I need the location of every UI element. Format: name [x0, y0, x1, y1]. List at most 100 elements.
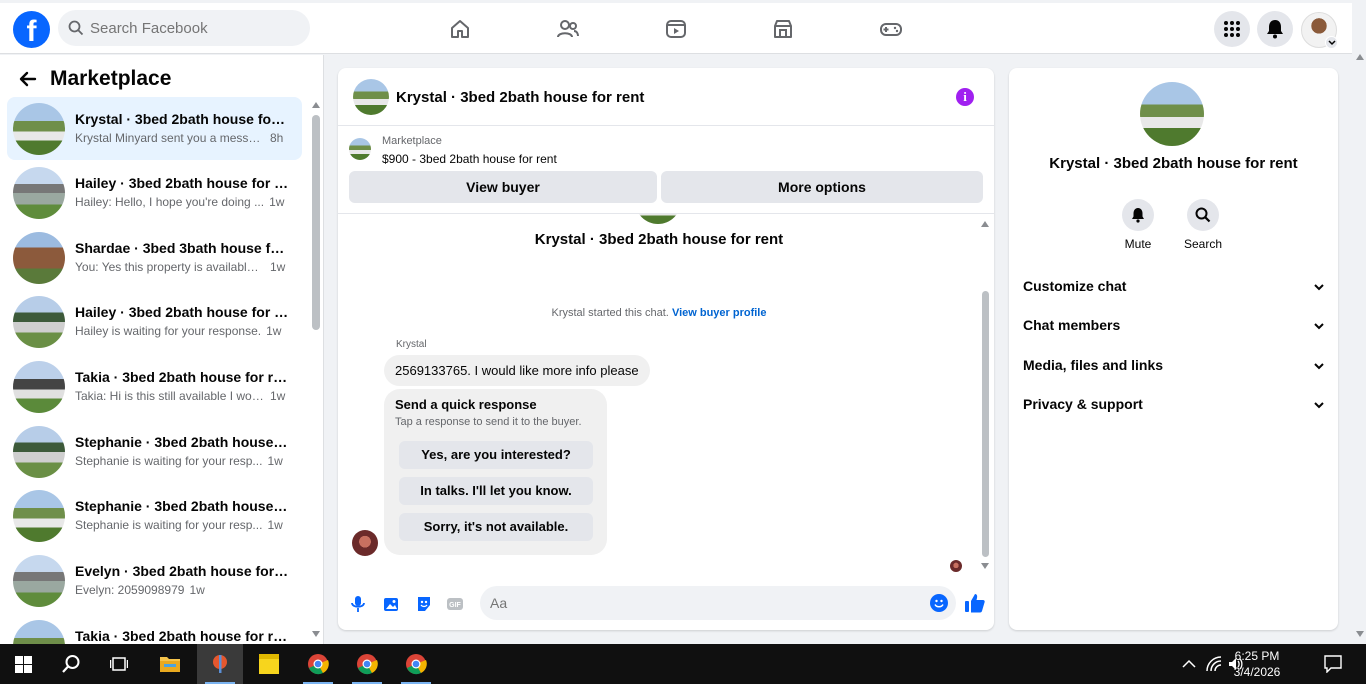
search-icon [1195, 207, 1211, 223]
quick-response-subtitle: Tap a response to send it to the buyer. [395, 416, 582, 428]
section-label: Chat members [1023, 317, 1121, 333]
info-icon[interactable]: i [956, 88, 974, 106]
chat-intro-thumbnail [635, 214, 681, 224]
microphone-icon[interactable] [349, 595, 367, 613]
scroll-up-arrow-icon[interactable] [312, 102, 320, 108]
gif-icon[interactable]: GIF [446, 595, 464, 613]
account-chevron-icon[interactable] [1325, 36, 1338, 49]
chrome-taskbar-button-1[interactable] [295, 644, 341, 684]
conversation-item[interactable]: Takia · 3bed 2bath house for rent [7, 614, 302, 644]
conversation-name: Hailey · 3bed 2bath house for rent [75, 175, 290, 191]
conversation-name: Takia · 3bed 2bath house for rent [75, 628, 290, 644]
section-label: Customize chat [1023, 278, 1127, 294]
sidebar-scrollbar[interactable] [312, 115, 320, 330]
conversation-item[interactable]: Hailey · 3bed 2bath house for rent Haile… [7, 161, 302, 224]
sticky-notes-taskbar-button[interactable] [246, 644, 292, 684]
conversation-item[interactable]: Stephanie · 3bed 2bath house for rent St… [7, 420, 302, 483]
scroll-up-arrow-icon[interactable] [981, 221, 989, 227]
listing-thumbnail [13, 103, 65, 155]
folder-icon [160, 657, 180, 672]
conversation-item[interactable]: Shardae · 3bed 3bath house for rent You:… [7, 226, 302, 289]
conversation-item[interactable]: Evelyn · 3bed 2bath house for rent Evely… [7, 549, 302, 612]
page-scroll-up-arrow-icon[interactable] [1356, 54, 1364, 60]
taskbar-clock[interactable]: 6:25 PM 3/4/2026 [1222, 648, 1292, 680]
marketplace-icon[interactable] [771, 17, 795, 41]
emoji-icon[interactable] [930, 594, 948, 612]
facebook-logo-icon[interactable]: f [13, 11, 50, 48]
back-arrow-icon[interactable] [18, 69, 38, 89]
conversation-preview: You: Yes this property is available. ... [75, 260, 265, 274]
conversation-time: 8h [270, 131, 284, 145]
video-icon[interactable] [664, 17, 688, 41]
thread-scrollbar[interactable] [982, 291, 989, 557]
mute-action[interactable]: Mute [1108, 199, 1168, 251]
chrome-taskbar-button-3[interactable] [393, 644, 439, 684]
sender-name: Krystal [396, 339, 427, 350]
file-explorer-taskbar-button[interactable] [147, 644, 193, 684]
message-input[interactable] [480, 586, 956, 620]
start-button[interactable] [0, 644, 46, 684]
conversation-preview: Stephanie is waiting for your resp... [75, 454, 263, 468]
privacy-support-section[interactable]: Privacy & support [1023, 396, 1325, 418]
friends-icon[interactable] [556, 17, 580, 41]
sticker-icon[interactable] [415, 595, 433, 613]
search-box[interactable] [58, 10, 310, 46]
gaming-icon[interactable] [879, 17, 903, 41]
conversation-item[interactable]: Hailey · 3bed 2bath house for rent Haile… [7, 290, 302, 353]
search-action[interactable]: Search [1173, 199, 1233, 251]
taskbar-search-button[interactable] [48, 644, 94, 684]
notifications-button[interactable] [1257, 11, 1293, 47]
search-input[interactable] [90, 10, 300, 46]
chrome-taskbar-button-2[interactable] [344, 644, 390, 684]
quick-response-option[interactable]: Sorry, it's not available. [399, 513, 593, 541]
conversation-preview: Takia: Hi is this still available I woul… [75, 389, 265, 403]
windows-logo-icon [15, 656, 32, 673]
conversation-item[interactable]: Krystal · 3bed 2bath house for rent Krys… [7, 97, 302, 160]
details-title: Krystal · 3bed 2bath house for rent [1049, 155, 1298, 172]
listing-thumbnail [13, 167, 65, 219]
menu-grid-icon [1224, 21, 1240, 37]
thumbs-up-icon[interactable] [964, 592, 986, 614]
search-label: Search [1183, 237, 1223, 251]
scroll-down-arrow-icon[interactable] [312, 631, 320, 637]
chat-thumbnail[interactable] [353, 79, 389, 115]
conversation-time: 1w [269, 195, 285, 209]
page-scroll-down-arrow-icon[interactable] [1356, 631, 1364, 637]
customize-chat-section[interactable]: Customize chat [1023, 278, 1325, 300]
app-taskbar-button[interactable] [197, 644, 243, 684]
bell-icon [1267, 20, 1283, 39]
conversation-name: Stephanie · 3bed 2bath house for rent [75, 434, 290, 450]
media-files-links-section[interactable]: Media, files and links [1023, 357, 1325, 379]
home-icon[interactable] [448, 17, 472, 41]
message-bubble[interactable]: 2569133765. I would like more info pleas… [384, 355, 650, 386]
task-view-button[interactable] [96, 644, 142, 684]
tray-overflow-chevron-icon[interactable] [1182, 659, 1196, 669]
conversation-item[interactable]: Takia · 3bed 2bath house for rent. Takia… [7, 355, 302, 418]
listing-thumbnail [349, 138, 371, 160]
marketplace-label: Marketplace [382, 135, 442, 147]
chat-panel: Krystal · 3bed 2bath house for rent i Ma… [338, 68, 994, 630]
chat-title[interactable]: Krystal · 3bed 2bath house for rent [396, 89, 644, 106]
quick-response-option[interactable]: Yes, are you interested? [399, 441, 593, 469]
scroll-down-arrow-icon[interactable] [981, 563, 989, 569]
view-buyer-button[interactable]: View buyer [349, 171, 657, 203]
message-composer: GIF [338, 574, 994, 630]
listing-price-title[interactable]: $900 - 3bed 2bath house for rent [382, 152, 557, 166]
conversation-item[interactable]: Stephanie · 3bed 2bath house for rent St… [7, 484, 302, 547]
buyer-avatar[interactable] [352, 530, 378, 556]
notifications-center-icon[interactable] [1324, 655, 1342, 673]
network-icon[interactable] [1206, 656, 1222, 672]
conversation-preview: Evelyn: 2059098979 [75, 583, 185, 597]
windows-taskbar: 6:25 PM 3/4/2026 [0, 644, 1366, 684]
photo-icon[interactable] [382, 595, 400, 613]
chat-header: Krystal · 3bed 2bath house for rent i [338, 68, 994, 126]
view-buyer-profile-link[interactable]: View buyer profile [672, 307, 767, 319]
quick-response-option[interactable]: In talks. I'll let you know. [399, 477, 593, 505]
more-options-button[interactable]: More options [661, 171, 983, 203]
quick-response-title: Send a quick response [395, 397, 537, 412]
sticky-note-icon [259, 654, 279, 674]
message-thread: Krystal · 3bed 2bath house for rent Krys… [338, 214, 994, 574]
chat-members-section[interactable]: Chat members [1023, 317, 1325, 339]
chevron-down-icon [1314, 402, 1324, 409]
menu-grid-button[interactable] [1214, 11, 1250, 47]
